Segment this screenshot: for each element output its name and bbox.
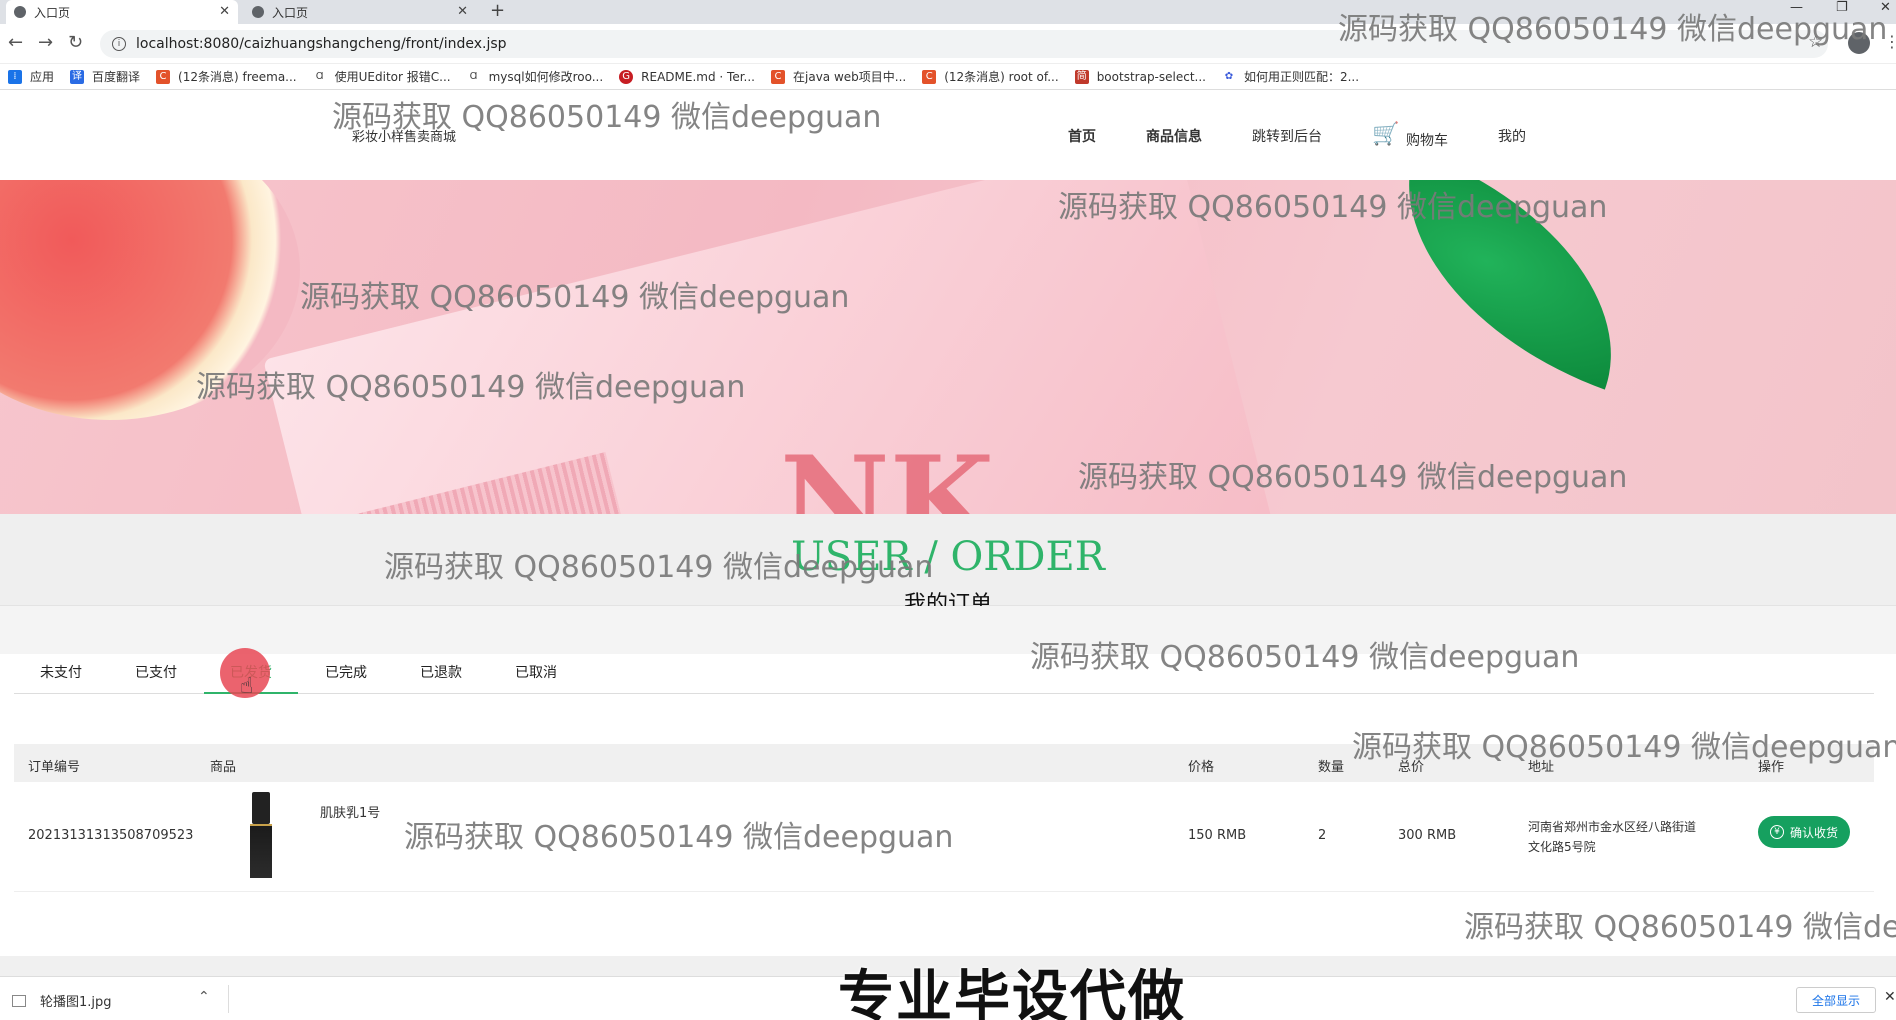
- browser-tab-strip: 入口页 ✕ 入口页 ✕ + — ❐ ✕: [0, 0, 1896, 24]
- site-info-icon[interactable]: i: [112, 37, 126, 51]
- col-total: 总价: [1398, 760, 1425, 775]
- tab-paid[interactable]: 已支付: [109, 662, 203, 694]
- back-icon[interactable]: ←: [8, 32, 23, 53]
- account-icon[interactable]: [1848, 32, 1870, 54]
- nav-home[interactable]: 首页: [1068, 126, 1096, 146]
- table-header: 订单编号 商品 价格 数量 总价 地址 操作: [14, 744, 1874, 782]
- col-qty: 数量: [1318, 760, 1345, 775]
- tab-unpaid[interactable]: 未支付: [14, 662, 108, 694]
- tab-title: 入口页: [34, 5, 71, 20]
- site-subtitle: 彩妆小样售卖商城: [352, 130, 457, 145]
- close-tab-icon[interactable]: ✕: [219, 4, 230, 19]
- video-caption: 专业毕设代做: [838, 965, 1186, 1020]
- total: 300 RMB: [1398, 828, 1457, 843]
- product-thumbnail[interactable]: [246, 792, 276, 880]
- grapefruit-image: [0, 180, 300, 420]
- bookmark-item[interactable]: C 在java web项目中...: [771, 68, 906, 85]
- section-title-en: USER / ORDER: [791, 534, 1105, 580]
- section-header: USER / ORDER 我的订单: [0, 514, 1896, 617]
- col-product: 商品: [210, 760, 237, 775]
- menu-icon[interactable]: ⋮: [1884, 32, 1896, 51]
- confirm-receipt-button[interactable]: ¥ 确认收货: [1758, 816, 1850, 848]
- forward-icon[interactable]: →: [38, 32, 53, 53]
- close-window-icon[interactable]: ✕: [1880, 0, 1891, 15]
- nav-mine[interactable]: 我的: [1498, 126, 1526, 146]
- spacer: [0, 606, 1896, 654]
- bookmark-item[interactable]: C (12条消息) root of...: [922, 68, 1059, 85]
- hand-cursor-icon: ☝: [240, 674, 254, 699]
- yen-icon: ¥: [1769, 825, 1784, 839]
- col-order-no: 订单编号: [28, 760, 81, 775]
- minimize-icon[interactable]: —: [1790, 0, 1803, 15]
- tab-refunded[interactable]: 已退款: [394, 662, 488, 694]
- download-item[interactable]: 轮播图1.jpg: [12, 991, 112, 1010]
- page-icon: Ɑ: [312, 69, 327, 84]
- browser-tab-1[interactable]: 入口页 ✕: [6, 0, 238, 24]
- col-action: 操作: [1758, 760, 1785, 775]
- watermark: 源码获取 QQ86050149 微信dee: [1464, 910, 1896, 945]
- baidu-icon: ✿: [1221, 69, 1236, 84]
- tube-brand-mark: NK: [780, 430, 994, 514]
- bookmark-item[interactable]: G README.md · Ter...: [619, 69, 755, 84]
- bookmark-item[interactable]: ⁞ 应用: [8, 68, 54, 85]
- image-file-icon: [12, 994, 26, 1007]
- address-line-1: 河南省郑州市金水区经八路街道: [1528, 820, 1697, 834]
- restore-icon[interactable]: ❐: [1836, 0, 1848, 15]
- col-price: 价格: [1188, 760, 1215, 775]
- csdn-icon: C: [922, 69, 937, 84]
- nav-products[interactable]: 商品信息: [1146, 126, 1202, 146]
- bookmarks-bar: ⁞ 应用 译百度翻译 C (12条消息) freema... Ɑ 使用UEditor …: [0, 64, 1896, 90]
- banner-carousel[interactable]: NK: [0, 180, 1896, 514]
- order-no: 20213131313508709523: [28, 828, 194, 843]
- tab-cancelled[interactable]: 已取消: [489, 662, 583, 694]
- site-header: 彩妆小样售卖商城 首页 商品信息 跳转到后台 🛒 购物车 我的: [0, 94, 1896, 180]
- bookmark-item[interactable]: Ɑ 使用UEditor 报错C...: [312, 68, 451, 85]
- product-name[interactable]: 肌肤乳1号: [320, 802, 380, 821]
- globe-icon: [14, 6, 26, 18]
- bookmark-item[interactable]: 译百度翻译: [70, 68, 140, 85]
- col-address: 地址: [1528, 760, 1555, 775]
- product-tube-image: [263, 180, 1277, 514]
- bookmark-star-icon[interactable]: ☆: [1808, 32, 1823, 52]
- jianshu-icon: 简: [1074, 69, 1089, 84]
- new-tab-button[interactable]: +: [490, 0, 505, 22]
- apps-icon: ⁞: [8, 69, 22, 84]
- show-all-button[interactable]: 全部显示: [1796, 987, 1876, 1013]
- price: 150 RMB: [1188, 828, 1247, 843]
- bookmark-item[interactable]: C (12条消息) freema...: [156, 68, 297, 85]
- csdn-icon: C: [156, 69, 171, 84]
- quantity: 2: [1318, 828, 1327, 843]
- divider: [228, 985, 229, 1013]
- tab-completed[interactable]: 已完成: [299, 662, 393, 694]
- address-bar-row: ← → ↻ i localhost:8080/caizhuangshangche…: [0, 24, 1896, 64]
- table-row: 20213131313508709523 肌肤乳1号 150 RMB 2 300…: [14, 782, 1874, 892]
- address-line-2: 文化路5号院: [1528, 840, 1596, 854]
- url-field[interactable]: i localhost:8080/caizhuangshangcheng/fro…: [100, 30, 1828, 58]
- globe-icon: [252, 6, 264, 18]
- nav-cart[interactable]: 购物车: [1406, 130, 1448, 150]
- bookmark-item[interactable]: Ɑmysql如何修改roo...: [466, 68, 603, 85]
- gitee-icon: G: [619, 69, 634, 84]
- bookmark-item[interactable]: ✿ 如何用正则匹配：2...: [1221, 68, 1359, 85]
- close-tab-icon[interactable]: ✕: [457, 4, 468, 19]
- tab-title: 入口页: [272, 5, 309, 20]
- csdn-icon: C: [771, 69, 785, 84]
- reload-icon[interactable]: ↻: [68, 32, 83, 53]
- url-text: localhost:8080/caizhuangshangcheng/front…: [136, 36, 507, 52]
- leaf-image: [1360, 180, 1660, 390]
- nav-admin[interactable]: 跳转到后台: [1252, 126, 1322, 146]
- browser-tab-2[interactable]: 入口页 ✕: [244, 0, 476, 24]
- chevron-up-icon[interactable]: ⌃: [198, 989, 210, 1005]
- order-status-tabs: 未支付 已支付 已发货 已完成 已退款 已取消: [14, 654, 1874, 694]
- close-icon[interactable]: ✕: [1884, 989, 1896, 1005]
- cart-icon[interactable]: 🛒: [1372, 122, 1399, 147]
- bookmark-item[interactable]: 简 bootstrap-select...: [1074, 69, 1206, 84]
- page-icon: Ɑ: [466, 69, 481, 84]
- translate-icon: 译: [70, 69, 85, 84]
